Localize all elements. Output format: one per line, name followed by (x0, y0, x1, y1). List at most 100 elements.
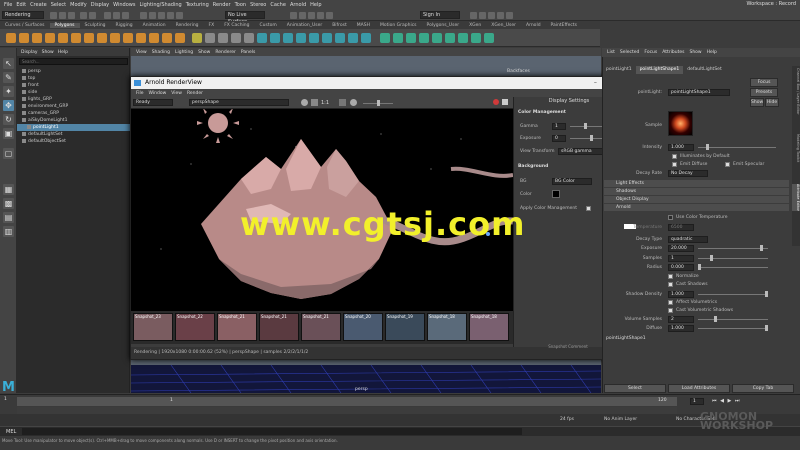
viewport-menu-view[interactable]: View (136, 50, 147, 55)
snapshot-thumb[interactable]: Snapshot_21 (217, 313, 257, 341)
fps-dropdown[interactable]: 24 fps (560, 417, 574, 422)
emit-specular-checkbox[interactable] (725, 162, 730, 167)
sign-in-button[interactable]: Sign In (420, 11, 460, 19)
exposure-slider-handle[interactable] (377, 100, 380, 106)
menu-render[interactable]: Render (213, 2, 231, 8)
smooth-icon[interactable] (231, 33, 241, 43)
snapshot-thumb[interactable]: Snapshot_23 (133, 313, 173, 341)
side-tab-channel-box[interactable]: Channel Box / Layer Editor (792, 68, 800, 115)
diffuse-input[interactable]: 1.000 (668, 325, 694, 332)
shelf-tab-sculpting[interactable]: Sculpting (80, 23, 111, 28)
emit-diffuse-checkbox[interactable] (672, 162, 677, 167)
menu-help[interactable]: Help (310, 2, 321, 8)
shadow-density-slider-handle[interactable] (765, 291, 768, 297)
outliner-item[interactable]: pointLight1 (17, 124, 130, 131)
ae-menu-help[interactable]: Help (707, 50, 717, 55)
persp-outliner-layout-icon[interactable]: ▤ (3, 212, 14, 223)
shelf-tab-fx[interactable]: FX (204, 23, 220, 28)
playback-controls[interactable]: ⏮ ◀ ▶ ⏭ (712, 398, 740, 404)
range-slider[interactable] (17, 407, 677, 414)
bevel-icon[interactable] (283, 33, 293, 43)
diffuse-slider[interactable] (698, 328, 768, 329)
outliner-search-input[interactable]: Search... (19, 58, 128, 65)
select-button[interactable]: Select (604, 384, 666, 393)
poly-gear-icon[interactable] (162, 33, 172, 43)
node-name-input[interactable]: pointLightShape1 (668, 89, 730, 96)
save-scene-icon[interactable] (68, 12, 75, 19)
boolean-icon[interactable] (244, 33, 254, 43)
menu-cache[interactable]: Cache (270, 2, 286, 8)
ae-menu-list[interactable]: List (607, 50, 615, 55)
snap-surface-icon[interactable] (176, 12, 183, 19)
poly-helix-icon[interactable] (149, 33, 159, 43)
shelf-tab-curves-surfaces[interactable]: Curves / Surfaces (0, 23, 50, 28)
poly-soccer-icon[interactable] (175, 33, 185, 43)
object-display-section[interactable]: Object Display (604, 196, 789, 203)
uv-editor-icon[interactable] (380, 33, 390, 43)
decay-rate-dropdown[interactable]: No Decay (668, 170, 708, 177)
command-input[interactable] (22, 428, 522, 435)
light-effects-section[interactable]: Light Effects (604, 180, 789, 187)
render-state-dropdown[interactable]: Ready (133, 99, 173, 106)
presets-button[interactable]: Presets (750, 88, 778, 97)
outliner-item[interactable]: top (17, 75, 130, 82)
open-scene-icon[interactable] (59, 12, 66, 19)
shelf-tab-polygons-user[interactable]: Polygons_User (422, 23, 465, 28)
cast-vol-shadows-checkbox[interactable] (668, 308, 673, 313)
hypershade-icon[interactable] (317, 12, 324, 19)
shadow-density-input[interactable]: 1.000 (668, 291, 694, 298)
menu-modify[interactable]: Modify (70, 2, 87, 8)
ae-tab-pointlight1[interactable]: pointLight1 (602, 66, 636, 74)
select-tool-icon[interactable]: ↖ (3, 58, 14, 69)
renderview-menu-window[interactable]: Window (149, 91, 167, 96)
gamma-input[interactable]: 1 (552, 123, 566, 130)
radius-slider[interactable] (698, 267, 768, 268)
workspace-selector[interactable]: Workspace : Record (747, 1, 796, 7)
exposure-input[interactable]: 0 (552, 135, 566, 142)
spherical-map-icon[interactable] (419, 33, 429, 43)
extrude-icon[interactable] (257, 33, 267, 43)
snapshot-thumb[interactable]: Snapshot_21 (259, 313, 299, 341)
refresh-render-icon[interactable] (502, 99, 508, 105)
snap-curve-icon[interactable] (149, 12, 156, 19)
temperature-input[interactable]: 6500 (668, 224, 694, 231)
outliner-item[interactable]: cameras_GRP (17, 110, 130, 117)
shelf-tab-motion-graphics[interactable]: Motion Graphics (375, 23, 422, 28)
shelf-tab-mash[interactable]: MASH (352, 23, 375, 28)
shelf-tab-fx-caching[interactable]: FX Caching (219, 23, 254, 28)
copy-tab-button[interactable]: Copy Tab (732, 384, 794, 393)
shelf-tab-xgen[interactable]: XGen (464, 23, 486, 28)
decay-type-dropdown[interactable]: quadratic (668, 236, 708, 243)
stop-render-icon[interactable] (493, 99, 499, 105)
normalize-checkbox[interactable] (668, 274, 673, 279)
four-view-layout-icon[interactable]: ▩ (3, 198, 14, 209)
current-frame-input[interactable]: 1 (690, 398, 704, 405)
planar-map-icon[interactable] (393, 33, 403, 43)
outliner-menu-help[interactable]: Help (58, 50, 68, 55)
snapshot-thumb[interactable]: Snapshot_21 (301, 313, 341, 341)
rotate-tool-icon[interactable]: ↻ (3, 114, 14, 125)
multi-cut-icon[interactable] (322, 33, 332, 43)
move-tool-icon[interactable]: ✥ (3, 100, 14, 111)
side-tab-attribute-editor[interactable]: Attribute Editor (792, 184, 800, 211)
viewport-menu-renderer[interactable]: Renderer (215, 50, 236, 55)
modeling-toolkit-icon[interactable] (470, 12, 477, 19)
poly-pyramid-icon[interactable] (110, 33, 120, 43)
connect-icon[interactable] (348, 33, 358, 43)
character-controls-icon[interactable] (479, 12, 486, 19)
volume-samples-input[interactable]: 2 (668, 316, 694, 323)
side-tab-modeling-toolkit[interactable]: Modeling Toolkit (792, 134, 800, 162)
radius-slider-handle[interactable] (698, 264, 701, 270)
outliner-menu-show[interactable]: Show (42, 50, 54, 55)
poly-disc-icon[interactable] (84, 33, 94, 43)
quad-draw-icon[interactable] (361, 33, 371, 43)
use-color-temp-checkbox[interactable] (668, 215, 673, 220)
menu-create[interactable]: Create (30, 2, 47, 8)
unfold-icon[interactable] (445, 33, 455, 43)
shelf-tab-painteffects[interactable]: PaintEffects (546, 23, 582, 28)
snapshot-thumb[interactable]: Snapshot_18 (427, 313, 467, 341)
outliner-item[interactable]: defaultLightSet (17, 131, 130, 138)
anim-layer-dropdown[interactable]: No Anim Layer (604, 417, 637, 422)
select-hierarchy-icon[interactable] (104, 12, 111, 19)
poly-prism-icon[interactable] (123, 33, 133, 43)
